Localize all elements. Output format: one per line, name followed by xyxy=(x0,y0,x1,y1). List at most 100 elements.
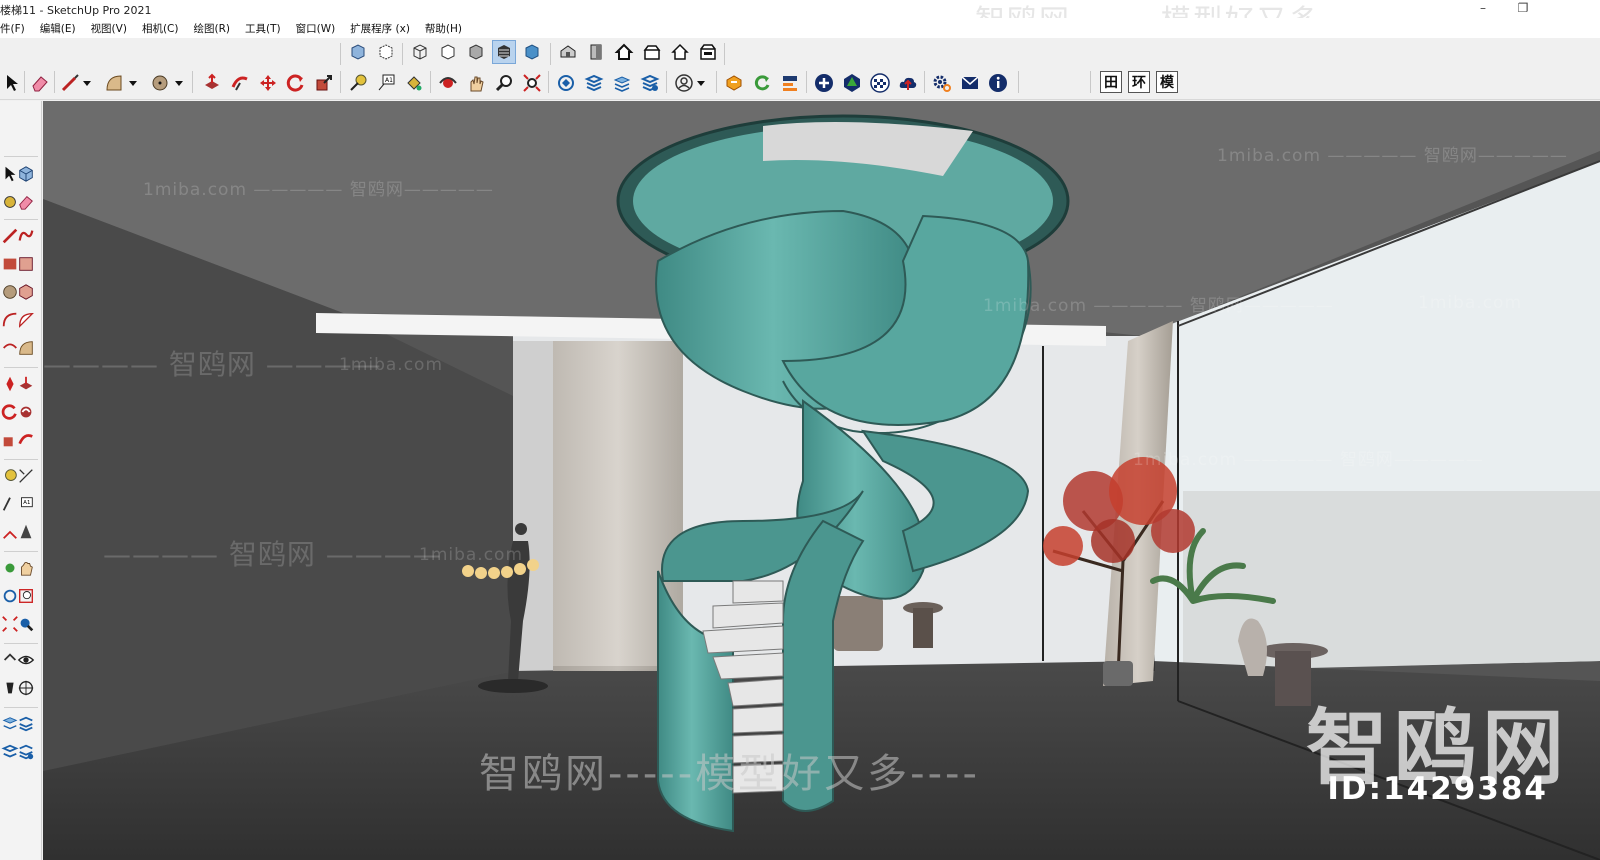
toolbar-separator xyxy=(806,71,807,93)
3d-warehouse-icon[interactable] xyxy=(554,71,578,95)
menu-file[interactable]: 件(F) xyxy=(0,21,32,36)
text-icon[interactable]: A1 xyxy=(16,493,36,515)
zoom-icon[interactable] xyxy=(492,71,516,95)
rotate-icon[interactable] xyxy=(284,71,308,95)
menu-help[interactable]: 帮助(H) xyxy=(417,21,469,36)
text-icon[interactable]: A1 xyxy=(374,71,398,95)
toolbar-separator xyxy=(550,43,551,65)
checker-icon[interactable] xyxy=(868,71,892,95)
mail-icon[interactable] xyxy=(958,71,982,95)
svg-text:A1: A1 xyxy=(23,500,30,506)
push-pull-icon[interactable] xyxy=(16,373,36,395)
section-display-icon[interactable] xyxy=(16,713,36,735)
watermark-site-lower: 1miba.com xyxy=(419,545,524,565)
menu-extensions[interactable]: 扩展程序 (x) xyxy=(342,21,417,36)
line-icon[interactable] xyxy=(58,71,82,95)
select-icon[interactable] xyxy=(0,71,24,95)
look-around-icon[interactable] xyxy=(16,649,36,671)
back-edges-icon[interactable] xyxy=(374,40,398,64)
toolbar-separator xyxy=(716,71,717,93)
hidden-line-icon[interactable] xyxy=(436,40,460,64)
xray-icon[interactable] xyxy=(346,40,370,64)
menu-view[interactable]: 视图(V) xyxy=(83,21,134,36)
model-viewport[interactable]: 1miba.com ————— 智鸥网————— 1miba.com —————… xyxy=(43,101,1600,860)
sketchup-icon[interactable] xyxy=(722,71,746,95)
chevron-down-icon[interactable] xyxy=(694,71,708,95)
extension-manager-icon[interactable] xyxy=(638,71,662,95)
minimize-button[interactable]: – xyxy=(1468,1,1498,15)
shaded-icon[interactable] xyxy=(464,40,488,64)
extension-warehouse-icon[interactable] xyxy=(582,71,606,95)
toolbar-separator xyxy=(340,71,341,93)
add-location-icon[interactable] xyxy=(812,71,836,95)
back-view-icon[interactable] xyxy=(668,40,692,64)
rotated-rect-icon[interactable] xyxy=(16,253,36,275)
menu-tools[interactable]: 工具(T) xyxy=(237,21,288,36)
zoom-window-icon[interactable] xyxy=(16,585,36,607)
title-bar: 楼梯11 - SketchUp Pro 2021 智鸥网-------模型好又多… xyxy=(0,0,1600,39)
previous-view-icon[interactable] xyxy=(16,613,36,635)
pan-icon[interactable] xyxy=(464,71,488,95)
wireframe-icon[interactable] xyxy=(408,40,432,64)
dimension-icon[interactable] xyxy=(16,465,36,487)
orbit-icon[interactable] xyxy=(436,71,460,95)
move-icon[interactable] xyxy=(256,71,280,95)
polygon-icon[interactable] xyxy=(16,281,36,303)
armchair xyxy=(833,596,883,651)
component-icon[interactable] xyxy=(16,163,36,185)
window-title: 楼梯11 - SketchUp Pro 2021 xyxy=(0,4,152,17)
layout-icon[interactable] xyxy=(610,71,634,95)
monochrome-icon[interactable] xyxy=(520,40,544,64)
circle-icon[interactable] xyxy=(148,71,172,95)
chevron-down-icon[interactable] xyxy=(80,71,94,95)
pie-icon[interactable] xyxy=(16,309,36,331)
front-view-icon[interactable] xyxy=(612,40,636,64)
cloud-upload-icon[interactable] xyxy=(896,71,920,95)
menu-window[interactable]: 窗口(W) xyxy=(288,21,343,36)
compass-icon[interactable] xyxy=(16,677,36,699)
eraser-icon[interactable] xyxy=(28,71,52,95)
follow-me-icon[interactable] xyxy=(228,71,252,95)
model-tool-button[interactable]: 模 xyxy=(1156,71,1178,93)
menu-camera[interactable]: 相机(C) xyxy=(134,21,186,36)
zoom-extents-icon[interactable] xyxy=(520,71,544,95)
pie-3pt-icon[interactable] xyxy=(16,337,36,359)
3d-text-icon[interactable] xyxy=(16,521,36,543)
chevron-down-icon[interactable] xyxy=(172,71,186,95)
left-view-icon[interactable] xyxy=(696,40,720,64)
eraser-icon[interactable] xyxy=(16,191,36,213)
top-view-icon[interactable] xyxy=(584,40,608,64)
shaded-textures-icon[interactable] xyxy=(492,40,516,64)
info-icon[interactable] xyxy=(986,71,1010,95)
paint-bucket-icon[interactable] xyxy=(402,71,426,95)
pan-icon[interactable] xyxy=(16,557,36,579)
grid-tool-button[interactable]: 田 xyxy=(1100,71,1122,93)
right-view-icon[interactable] xyxy=(640,40,664,64)
restore-button[interactable]: ❐ xyxy=(1508,1,1538,15)
scale-icon[interactable] xyxy=(312,71,336,95)
follow-me-icon[interactable] xyxy=(16,401,36,423)
palette-separator xyxy=(4,219,38,220)
arc-icon[interactable] xyxy=(102,71,126,95)
watermark-left-mid: ———— 智鸥网 ———— xyxy=(43,348,382,381)
export-icon[interactable] xyxy=(778,71,802,95)
watermark-left-lower: ———— 智鸥网 ———— xyxy=(103,538,442,571)
menu-edit[interactable]: 编辑(E) xyxy=(32,21,83,36)
environment-tool-button[interactable]: 环 xyxy=(1128,71,1150,93)
menu-draw[interactable]: 绘图(R) xyxy=(185,21,237,36)
svg-text:A1: A1 xyxy=(385,77,393,84)
toolbar-separator xyxy=(340,43,341,65)
watermark-site-mid: 1miba.com xyxy=(339,355,444,375)
refresh-icon[interactable] xyxy=(750,71,774,95)
settings-icon[interactable] xyxy=(930,71,954,95)
offset-icon[interactable] xyxy=(16,429,36,451)
user-icon[interactable] xyxy=(672,71,696,95)
tree-icon[interactable] xyxy=(840,71,864,95)
push-pull-icon[interactable] xyxy=(200,71,224,95)
iso-view-icon[interactable] xyxy=(556,40,580,64)
chevron-down-icon[interactable] xyxy=(126,71,140,95)
tape-measure-icon[interactable] xyxy=(346,71,370,95)
watermark-left-top: 1miba.com ————— 智鸥网————— xyxy=(143,180,494,200)
section-cut-icon[interactable] xyxy=(16,741,36,763)
freehand-icon[interactable] xyxy=(16,225,36,247)
